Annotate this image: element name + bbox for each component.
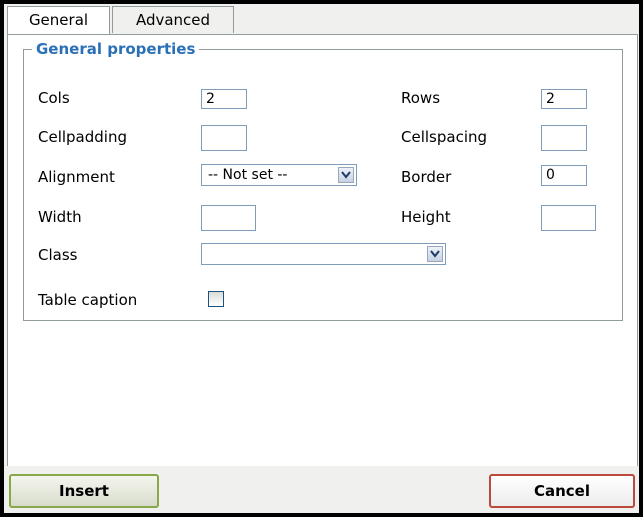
chevron-down-icon[interactable] <box>427 246 443 262</box>
rows-input[interactable]: 2 <box>541 89 587 109</box>
border-input[interactable]: 0 <box>541 165 587 186</box>
table-caption-checkbox[interactable] <box>208 291 224 307</box>
cellspacing-input[interactable] <box>541 125 587 151</box>
chevron-down-icon[interactable] <box>338 167 354 183</box>
cols-input[interactable]: 2 <box>201 89 247 109</box>
alignment-select[interactable]: -- Not set -- <box>201 164 357 186</box>
tab-general[interactable]: General <box>7 6 110 34</box>
height-input[interactable] <box>541 205 596 231</box>
table-caption-label: Table caption <box>38 291 138 309</box>
fieldset-legend: General properties <box>32 40 200 58</box>
insert-button[interactable]: Insert <box>9 474 159 508</box>
cellpadding-label: Cellpadding <box>38 128 127 146</box>
rows-label: Rows <box>401 89 441 107</box>
cols-label: Cols <box>38 89 70 107</box>
dialog-window: General Advanced General properties Cols… <box>4 4 639 513</box>
width-input[interactable] <box>201 205 256 231</box>
class-label: Class <box>38 246 78 264</box>
border-label: Border <box>401 168 452 186</box>
cellspacing-label: Cellspacing <box>401 128 488 146</box>
tab-bar: General Advanced <box>4 4 639 34</box>
class-select[interactable] <box>201 243 446 265</box>
cancel-button[interactable]: Cancel <box>489 474 635 508</box>
general-properties-fieldset: General properties Cols 2 Rows 2 Cellpad… <box>23 40 623 321</box>
height-label: Height <box>401 208 451 226</box>
alignment-value: -- Not set -- <box>208 167 288 183</box>
alignment-label: Alignment <box>38 168 115 186</box>
cellpadding-input[interactable] <box>201 125 247 151</box>
dialog-footer: Insert Cancel <box>4 466 639 513</box>
general-panel: General properties Cols 2 Rows 2 Cellpad… <box>7 34 638 467</box>
tab-advanced[interactable]: Advanced <box>112 6 234 33</box>
width-label: Width <box>38 208 82 226</box>
